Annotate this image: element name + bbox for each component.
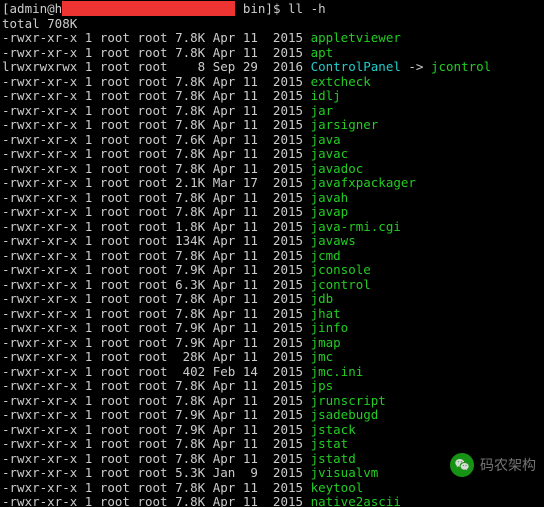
list-row: -rwxr-xr-x 1 root root 7.8K Apr 11 2015 <box>2 248 311 263</box>
total-line: total 708K <box>2 16 77 31</box>
list-row: -rwxr-xr-x 1 root root 7.8K Apr 11 2015 <box>2 378 311 393</box>
list-row: -rwxr-xr-x 1 root root 7.8K Apr 11 2015 <box>2 88 311 103</box>
file-name-exec: jcontrol <box>311 277 371 292</box>
file-name-exec: appletviewer <box>311 30 401 45</box>
file-name-exec: jstack <box>311 422 356 437</box>
prompt-post: bin]$ <box>235 1 288 16</box>
file-name-exec: jsadebugd <box>311 407 379 422</box>
file-name-link: ControlPanel <box>311 59 401 74</box>
list-row: -rwxr-xr-x 1 root root 134K Apr 11 2015 <box>2 233 311 248</box>
list-row: lrwxrwxrwx 1 root root 8 Sep 29 2016 <box>2 59 311 74</box>
list-row: -rwxr-xr-x 1 root root 7.8K Apr 11 2015 <box>2 451 311 466</box>
list-row: -rwxr-xr-x 1 root root 7.9K Apr 11 2015 <box>2 262 311 277</box>
link-target: jcontrol <box>431 59 491 74</box>
list-row: -rwxr-xr-x 1 root root 28K Apr 11 2015 <box>2 349 311 364</box>
list-row: -rwxr-xr-x 1 root root 7.8K Apr 11 2015 <box>2 103 311 118</box>
list-row: -rwxr-xr-x 1 root root 7.8K Apr 11 2015 <box>2 45 311 60</box>
file-listing: -rwxr-xr-x 1 root root 7.8K Apr 11 2015 … <box>2 30 491 507</box>
list-row: -rwxr-xr-x 1 root root 7.9K Apr 11 2015 <box>2 422 311 437</box>
file-name-exec: javac <box>311 146 349 161</box>
file-name-exec: javah <box>311 190 349 205</box>
list-row: -rwxr-xr-x 1 root root 7.8K Apr 11 2015 <box>2 190 311 205</box>
file-name-exec: jhat <box>311 306 341 321</box>
watermark-text: 码农架构 <box>480 458 536 473</box>
list-row: -rwxr-xr-x 1 root root 7.8K Apr 11 2015 <box>2 146 311 161</box>
file-name-exec: jmc <box>311 349 334 364</box>
list-row: -rwxr-xr-x 1 root root 402 Feb 14 2015 <box>2 364 311 379</box>
list-row: -rwxr-xr-x 1 root root 7.8K Apr 11 2015 <box>2 30 311 45</box>
file-name-exec: jar <box>311 103 334 118</box>
wechat-icon <box>450 453 474 477</box>
file-name-exec: jmap <box>311 335 341 350</box>
file-name-exec: extcheck <box>311 74 371 89</box>
file-name-exec: jstatd <box>311 451 356 466</box>
list-row: -rwxr-xr-x 1 root root 1.8K Apr 11 2015 <box>2 219 311 234</box>
file-name-exec: native2ascii <box>311 494 401 507</box>
list-row: -rwxr-xr-x 1 root root 7.8K Apr 11 2015 <box>2 74 311 89</box>
list-row: -rwxr-xr-x 1 root root 7.8K Apr 11 2015 <box>2 161 311 176</box>
file-name-exec: jarsigner <box>311 117 379 132</box>
file-name-exec: jvisualvm <box>311 465 379 480</box>
file-name-exec: java <box>311 132 341 147</box>
file-name-exec: jcmd <box>311 248 341 263</box>
file-name-exec: jinfo <box>311 320 349 335</box>
prompt-pre: [admin@h <box>2 1 62 16</box>
list-row: -rwxr-xr-x 1 root root 7.9K Apr 11 2015 <box>2 407 311 422</box>
prompt-redacted <box>62 1 235 16</box>
command-text: ll -h <box>288 1 326 16</box>
list-row: -rwxr-xr-x 1 root root 7.8K Apr 11 2015 <box>2 306 311 321</box>
file-name-exec: javadoc <box>311 161 364 176</box>
list-row: -rwxr-xr-x 1 root root 7.8K Apr 11 2015 <box>2 204 311 219</box>
file-name-exec: idlj <box>311 88 341 103</box>
file-name-exec: jconsole <box>311 262 371 277</box>
terminal-output[interactable]: [admin@h bin]$ ll -h total 708K -rwxr-xr… <box>0 0 544 507</box>
list-row: -rwxr-xr-x 1 root root 7.6K Apr 11 2015 <box>2 132 311 147</box>
list-row: -rwxr-xr-x 1 root root 7.8K Apr 11 2015 <box>2 436 311 451</box>
list-row: -rwxr-xr-x 1 root root 7.8K Apr 11 2015 <box>2 480 311 495</box>
file-name-exec: jps <box>311 378 334 393</box>
list-row: -rwxr-xr-x 1 root root 6.3K Apr 11 2015 <box>2 277 311 292</box>
list-row: -rwxr-xr-x 1 root root 7.8K Apr 11 2015 <box>2 494 311 507</box>
list-row: -rwxr-xr-x 1 root root 7.8K Apr 11 2015 <box>2 117 311 132</box>
file-name-exec: java-rmi.cgi <box>311 219 401 234</box>
list-row: -rwxr-xr-x 1 root root 7.9K Apr 11 2015 <box>2 335 311 350</box>
file-name-exec: jrunscript <box>311 393 386 408</box>
file-name-exec: jdb <box>311 291 334 306</box>
file-name-exec: jstat <box>311 436 349 451</box>
watermark: 码农架构 <box>450 453 536 477</box>
file-name-exec: javaws <box>311 233 356 248</box>
file-name-exec: apt <box>311 45 334 60</box>
list-row: -rwxr-xr-x 1 root root 7.8K Apr 11 2015 <box>2 393 311 408</box>
file-name-exec: keytool <box>311 480 364 495</box>
file-name-exec: javap <box>311 204 349 219</box>
file-name-exec: javafxpackager <box>311 175 416 190</box>
list-row: -rwxr-xr-x 1 root root 7.9K Apr 11 2015 <box>2 320 311 335</box>
file-name-exec: jmc.ini <box>311 364 364 379</box>
list-row: -rwxr-xr-x 1 root root 2.1K Mar 17 2015 <box>2 175 311 190</box>
list-row: -rwxr-xr-x 1 root root 7.8K Apr 11 2015 <box>2 291 311 306</box>
list-row: -rwxr-xr-x 1 root root 5.3K Jan 9 2015 <box>2 465 311 480</box>
